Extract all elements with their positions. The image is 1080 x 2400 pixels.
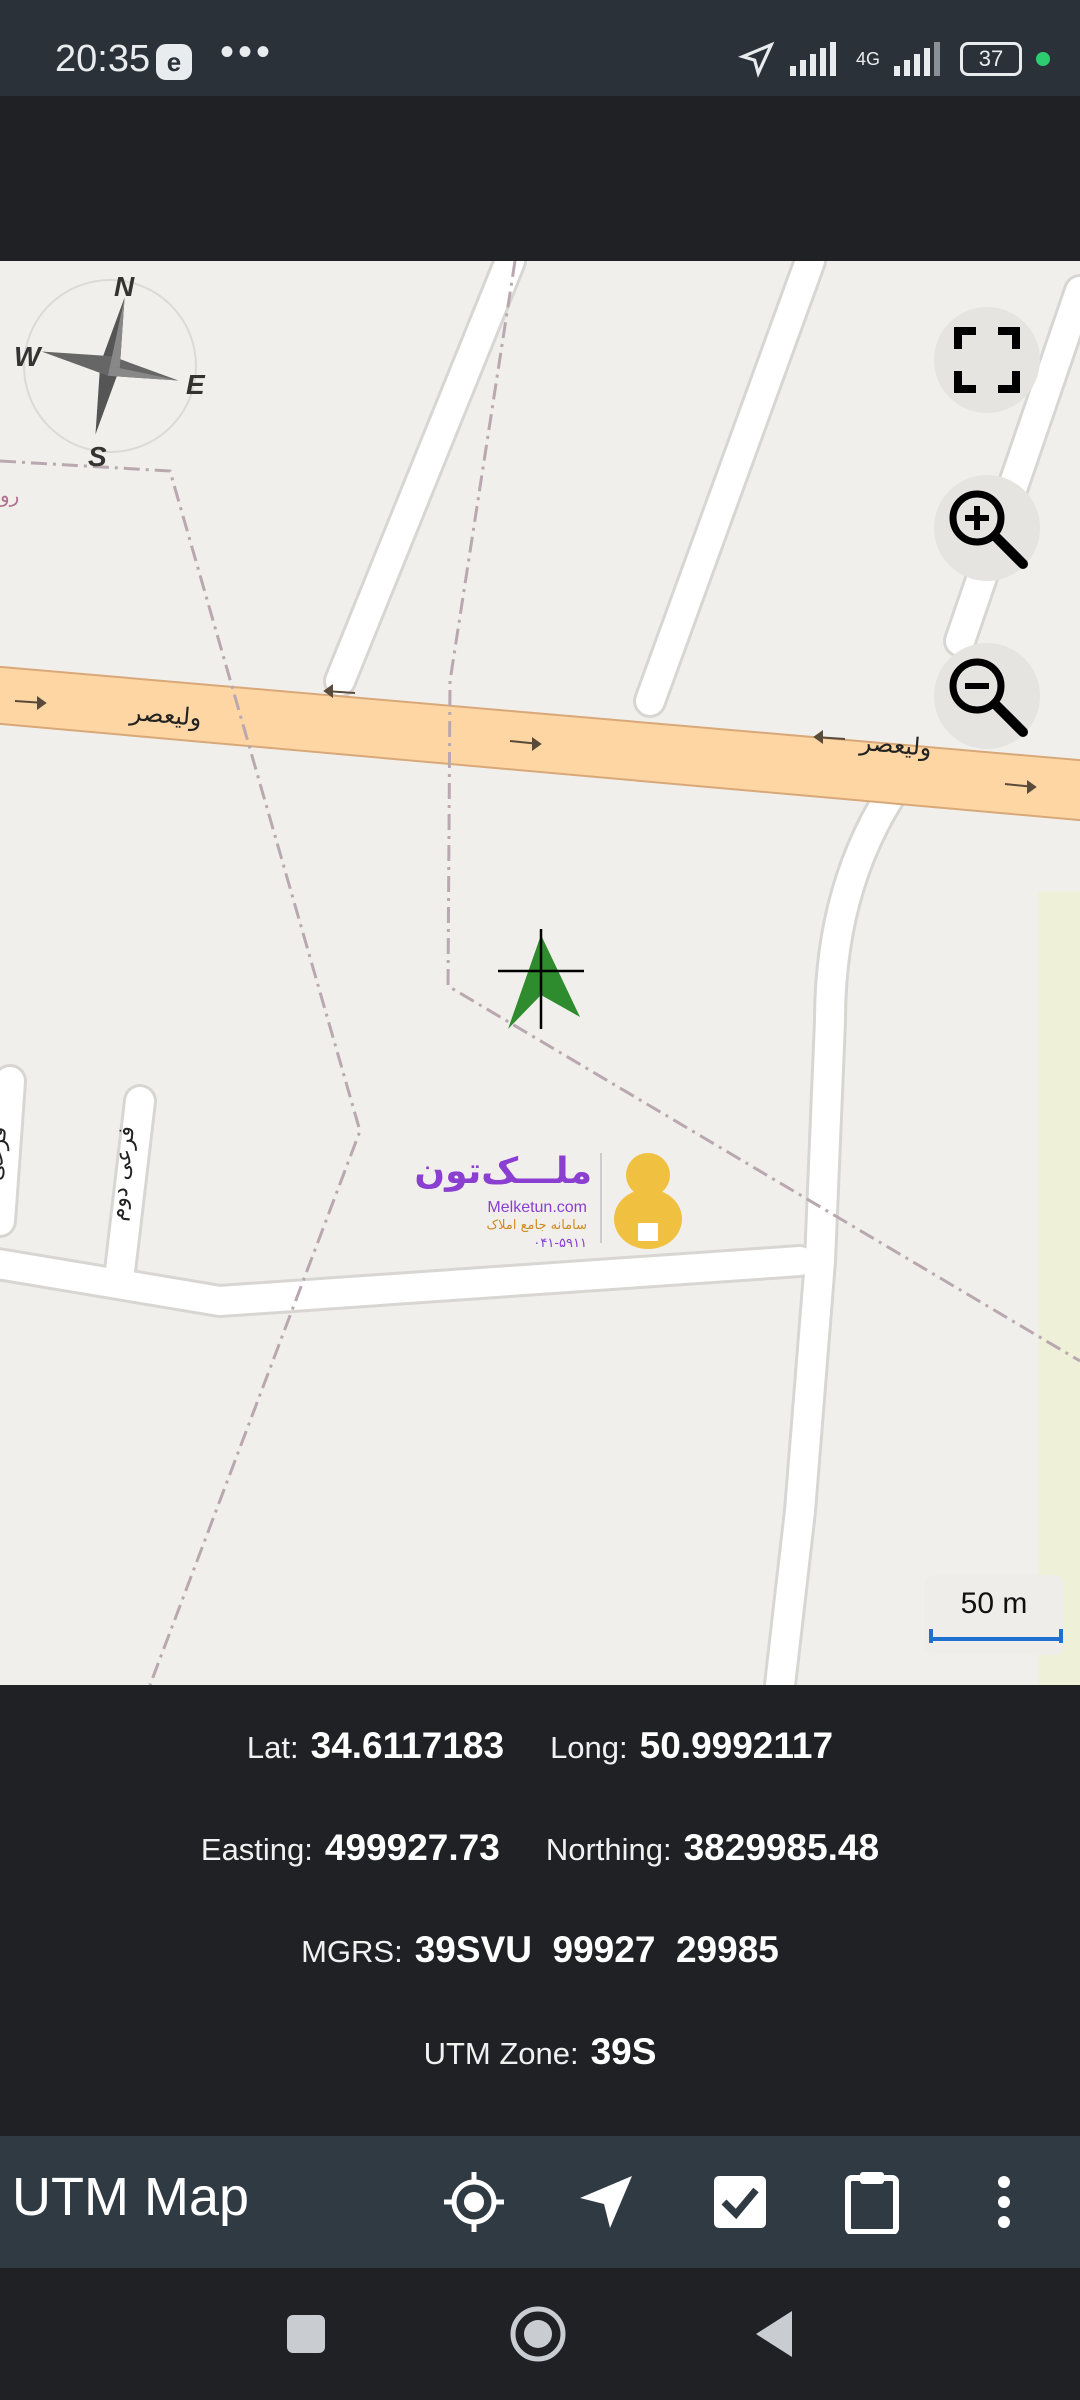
map-view[interactable]: وليعصر وليعصر فرعی دوم فرعی رو N S E W م…: [0, 261, 1080, 1685]
app-notification-icon: e: [156, 44, 192, 80]
logo-mark-icon: [614, 1153, 682, 1249]
clipboard-button[interactable]: [836, 2166, 908, 2238]
battery-icon: 37: [960, 42, 1022, 76]
system-navigation-bar: [0, 2268, 1080, 2400]
recents-button[interactable]: [276, 2304, 336, 2364]
utm-zone-row: UTM Zone: 39S: [0, 2031, 1080, 2073]
navigation-button[interactable]: [570, 2166, 642, 2238]
signal-2-icon: [894, 42, 940, 76]
compass-s-label: S: [88, 441, 107, 472]
zoom-in-button[interactable]: [934, 475, 1040, 581]
scale-label: 50 m: [960, 1587, 1028, 1620]
checkbox-icon: [714, 2176, 766, 2228]
easting-northing-row: Easting: 499927.73 Northing: 3829985.48: [0, 1827, 1080, 1869]
my-location-button[interactable]: [438, 2166, 510, 2238]
location-arrow-icon: [737, 41, 775, 78]
lat-label: Lat:: [246, 1730, 299, 1765]
logo-name: ملـــک‌تون: [414, 1151, 592, 1192]
fullscreen-button[interactable]: [934, 307, 1040, 413]
my-location-icon: [444, 2172, 504, 2232]
toolbar-spacer: [0, 96, 1080, 261]
road-label-partial: رو: [0, 483, 20, 507]
position-marker-icon: [498, 929, 584, 1029]
status-bar: 20:35 e ••• 4G 37: [0, 0, 1080, 96]
overflow-menu-button[interactable]: [968, 2166, 1040, 2238]
fullscreen-icon: [954, 327, 1020, 393]
overflow-menu-icon: [998, 2176, 1010, 2228]
mgrs-label: MGRS:: [301, 1934, 403, 1969]
signal-icon: [789, 42, 836, 76]
scale-line: [929, 1629, 1063, 1643]
privacy-indicator-dot: [1036, 52, 1050, 66]
logo-site: Melketun.com: [487, 1199, 587, 1216]
lat-value: 34.6117183: [310, 1725, 505, 1766]
status-time: 20:35: [55, 38, 151, 80]
clipboard-icon: [845, 2172, 899, 2234]
zoom-in-icon: [949, 490, 1028, 569]
northing-label: Northing:: [545, 1832, 672, 1867]
zoom-out-button[interactable]: [934, 643, 1040, 749]
status-right: 4G 37: [737, 40, 1050, 78]
lat-long-row: Lat: 34.6117183 Long: 50.9992117: [0, 1725, 1080, 1767]
compass-n-label: N: [114, 271, 135, 302]
northing-value: 3829985.48: [683, 1827, 880, 1868]
logo-divider: [600, 1153, 602, 1243]
scale-bar: 50 m: [924, 1575, 1064, 1655]
long-label: Long:: [550, 1730, 628, 1765]
mgrs-row: MGRS: 39SVU 99927 29985: [0, 1929, 1080, 1971]
compass-icon[interactable]: [20, 276, 200, 456]
checkbox-button[interactable]: [704, 2166, 776, 2238]
utm-zone-value: 39S: [590, 2031, 657, 2072]
easting-label: Easting:: [200, 1832, 313, 1867]
long-value: 50.9992117: [639, 1725, 834, 1766]
compass-e-label: E: [186, 369, 205, 400]
home-button[interactable]: [508, 2304, 568, 2364]
logo-phone: ۰۴۱-۵۹۱۱: [533, 1236, 587, 1251]
watermark-logo: ملـــک‌تون Melketun.com سامانه جامع املا…: [402, 1143, 692, 1253]
zoom-out-icon: [949, 658, 1028, 737]
home-icon: [510, 2306, 566, 2362]
navigation-icon: [580, 2176, 632, 2228]
app-title: UTM Map: [12, 2167, 250, 2227]
coordinates-panel: Lat: 34.6117183 Long: 50.9992117 Easting…: [0, 1685, 1080, 2136]
recents-icon: [287, 2315, 325, 2353]
compass-w-label: W: [14, 341, 41, 372]
bottom-app-bar: UTM Map: [0, 2136, 1080, 2268]
network-type-label: 4G: [855, 48, 880, 69]
easting-value: 499927.73: [324, 1827, 500, 1868]
logo-tagline: سامانه جامع املاک: [486, 1218, 587, 1233]
more-notifications-icon: •••: [220, 30, 275, 74]
back-button[interactable]: [744, 2304, 804, 2364]
utm-zone-label: UTM Zone:: [423, 2036, 579, 2071]
mgrs-value: 39SVU 99927 29985: [414, 1929, 779, 1970]
back-icon: [756, 2311, 792, 2357]
